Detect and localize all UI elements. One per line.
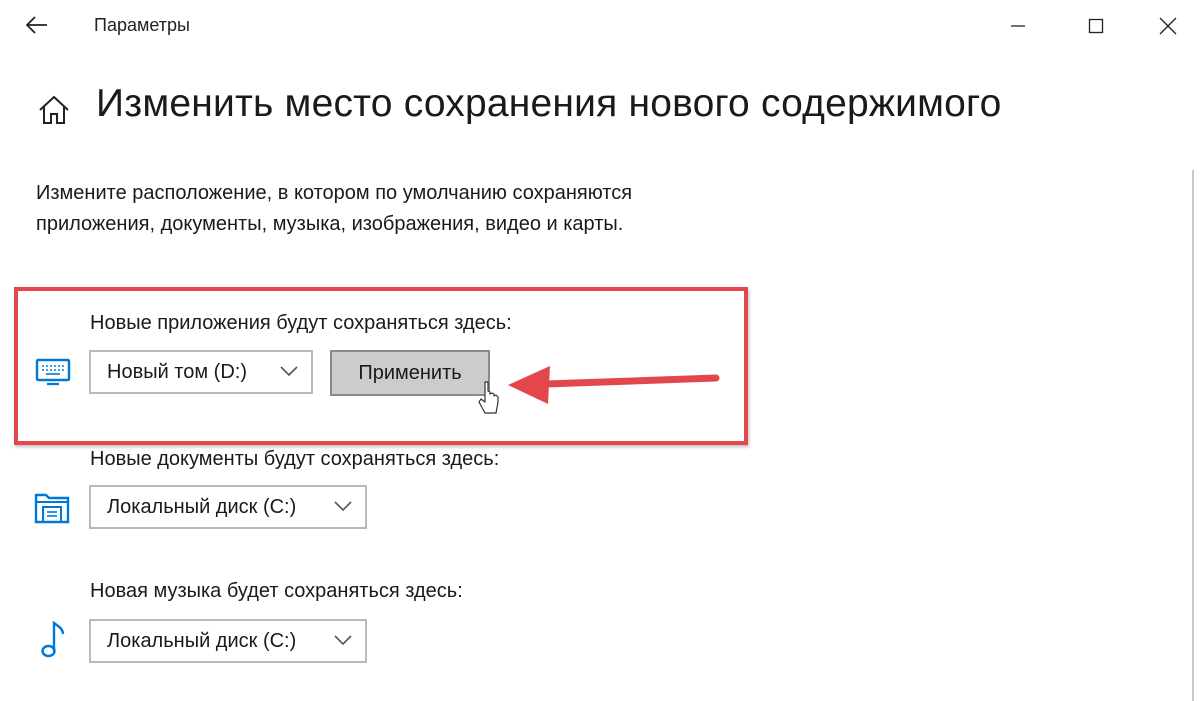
back-arrow-icon (26, 16, 47, 34)
page-description: Измените расположение, в котором по умол… (36, 182, 633, 235)
documents-drive-value: Локальный диск (C:) (107, 495, 297, 518)
page-title: Изменить место сохранения нового содержи… (96, 82, 1002, 125)
music-save-label: Новая музыка будет сохраняться здесь: (90, 580, 463, 602)
annotation-arrow-icon (508, 366, 720, 404)
app-title: Параметры (94, 15, 190, 35)
close-button[interactable] (1146, 6, 1190, 46)
music-drive-dropdown[interactable]: Локальный диск (C:) (89, 619, 367, 663)
minimize-icon (1011, 25, 1025, 27)
minimize-button[interactable] (996, 6, 1040, 46)
music-drive-value: Локальный диск (C:) (107, 629, 297, 652)
settings-window: Параметры Изменить место сохранения ново… (0, 0, 1200, 701)
scrollbar[interactable] (1192, 170, 1194, 701)
title-bar: Параметры (0, 0, 1200, 52)
documents-save-label: Новые документы будут сохраняться здесь: (90, 448, 500, 470)
maximize-icon (1088, 18, 1104, 34)
chevron-down-icon (334, 635, 352, 646)
back-button[interactable] (20, 8, 54, 42)
home-icon[interactable] (36, 92, 72, 128)
music-note-icon (41, 620, 65, 658)
chevron-down-icon (334, 501, 352, 512)
documents-folder-icon (34, 493, 70, 524)
mouse-cursor-icon (478, 381, 499, 414)
documents-drive-dropdown[interactable]: Локальный диск (C:) (89, 485, 367, 529)
maximize-button[interactable] (1074, 6, 1118, 46)
close-icon (1159, 17, 1177, 35)
